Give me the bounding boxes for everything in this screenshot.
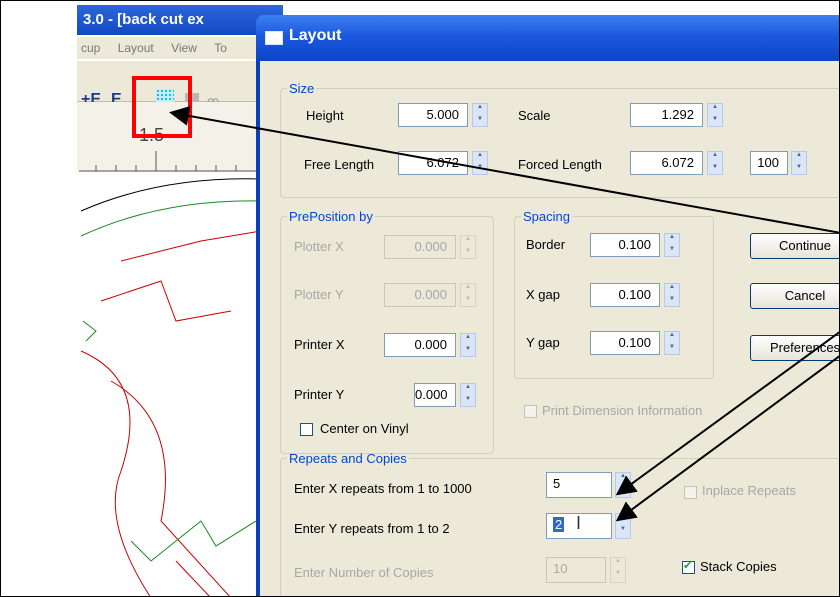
menu-item-view[interactable]: View (171, 41, 197, 55)
height-spinner[interactable] (472, 103, 488, 127)
menu-item-setup[interactable]: cup (81, 41, 100, 55)
height-label: Height (306, 108, 344, 123)
dialog-title-bar[interactable]: Layout (256, 15, 839, 61)
print-dimension-checkbox (524, 405, 537, 418)
center-on-vinyl-label: Center on Vinyl (320, 421, 409, 436)
menu-item-layout[interactable]: Layout (118, 41, 154, 55)
center-on-vinyl-checkbox[interactable] (300, 423, 313, 436)
plotter-y-input: 0.000 (384, 283, 456, 307)
printer-y-input[interactable]: 0.000 (414, 383, 456, 407)
plotter-y-spinner (460, 283, 476, 307)
printer-x-spinner[interactable] (460, 333, 476, 357)
scale-label: Scale (518, 108, 551, 123)
plotter-x-input: 0.000 (384, 235, 456, 259)
forced-length-label: Forced Length (518, 157, 602, 172)
plotter-x-spinner (460, 235, 476, 259)
free-length-label: Free Length (304, 157, 375, 172)
size-group: Size (280, 81, 839, 198)
percent-spinner[interactable] (791, 151, 807, 175)
screenshot-frame: 3.0 - [back cut ex cup Layout View To +E… (0, 0, 840, 597)
design-canvas[interactable] (77, 172, 267, 596)
dialog-body: Size Height 5.000 Scale 1.292 Free Lengt… (260, 61, 839, 596)
forced-length-spinner[interactable] (707, 151, 723, 175)
printer-x-input[interactable]: 0.000 (384, 333, 456, 357)
free-length-input[interactable]: 6.072 (398, 151, 468, 175)
y-gap-spinner[interactable] (664, 331, 680, 355)
x-repeats-spinner[interactable] (615, 472, 631, 498)
inplace-repeats-label: Inplace Repeats (702, 483, 796, 498)
preposition-legend: PrePosition by (289, 209, 373, 224)
stack-copies-checkbox[interactable] (682, 559, 695, 574)
forced-length-input[interactable]: 6.072 (630, 151, 703, 175)
plotter-y-label: Plotter Y (294, 287, 344, 302)
inplace-repeats-checkbox (684, 486, 697, 499)
app-title: 3.0 - [back cut ex (83, 11, 204, 28)
continue-button[interactable]: Continue (750, 233, 839, 259)
highlight-box (132, 76, 192, 138)
spacing-legend: Spacing (523, 209, 570, 224)
print-dimension-label: Print Dimension Information (542, 403, 703, 418)
printer-y-label: Printer Y (294, 387, 345, 402)
border-label: Border (526, 237, 566, 252)
y-repeats-label: Enter Y repeats from 1 to 2 (294, 521, 450, 536)
printer-x-label: Printer X (294, 337, 345, 352)
cancel-button[interactable]: Cancel (750, 283, 839, 309)
x-gap-label: X gap (526, 287, 560, 302)
stack-copies-label: Stack Copies (700, 559, 777, 574)
copies-input: 10 (546, 557, 606, 583)
percent-input[interactable]: 100 (750, 151, 788, 175)
layout-dialog: Layout Size Height 5.000 Scale 1.292 Fre… (256, 15, 839, 596)
plotter-x-label: Plotter X (294, 239, 344, 254)
border-spinner[interactable] (664, 233, 680, 257)
window-icon (265, 31, 283, 45)
text-cursor-icon: I (576, 513, 582, 533)
free-length-spinner[interactable] (472, 151, 488, 175)
x-repeats-input[interactable]: 5 (546, 472, 612, 498)
repeats-legend: Repeats and Copies (289, 451, 407, 466)
y-gap-input[interactable]: 0.100 (590, 331, 660, 355)
scale-spinner[interactable] (707, 103, 723, 127)
y-gap-label: Y gap (526, 335, 560, 350)
size-legend: Size (289, 81, 315, 96)
printer-y-spinner[interactable] (460, 383, 476, 407)
border-input[interactable]: 0.100 (590, 233, 660, 257)
y-repeats-spinner[interactable] (615, 513, 631, 539)
copies-label: Enter Number of Copies (294, 565, 434, 580)
height-input[interactable]: 5.000 (398, 103, 468, 127)
x-gap-input[interactable]: 0.100 (590, 283, 660, 307)
preferences-button[interactable]: Preferences (750, 335, 839, 361)
copies-spinner (610, 557, 626, 583)
app-title-bar: 3.0 - [back cut ex (77, 5, 283, 35)
x-gap-spinner[interactable] (664, 283, 680, 307)
scale-input[interactable]: 1.292 (630, 103, 703, 127)
dialog-title: Layout (289, 27, 342, 44)
y-repeats-value: 2 (553, 517, 565, 532)
app-menu-bar: cup Layout View To (77, 37, 267, 59)
x-repeats-label: Enter X repeats from 1 to 1000 (294, 481, 472, 496)
menu-item-tools[interactable]: To (214, 41, 227, 55)
